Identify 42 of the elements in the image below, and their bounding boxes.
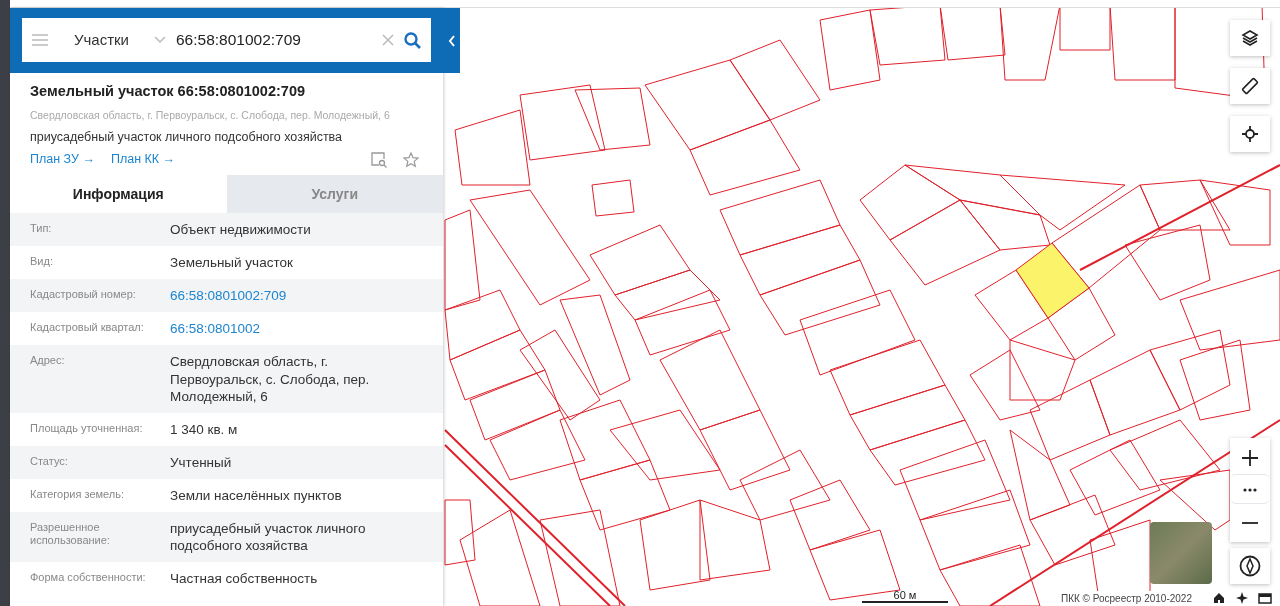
field-link[interactable]: 66:58:0801002 — [170, 320, 443, 338]
field-value: Объект недвижимости — [170, 221, 312, 239]
plan-link[interactable]: План КК → — [110, 150, 176, 169]
map-attribution: ПКК © Росреестр 2010-2022 — [1058, 591, 1195, 606]
favorite-star-icon[interactable] — [403, 151, 419, 168]
field-label: Категория земель: — [30, 486, 126, 502]
object-purpose: приусадебный участок личного подсобного хозяйства — [30, 128, 344, 146]
layers-icon[interactable] — [1230, 20, 1270, 56]
field-label: Кадастровый номер: — [30, 287, 137, 302]
field-value: Земельный участок — [170, 254, 294, 272]
locate-icon[interactable] — [1230, 116, 1270, 152]
field-label: Статус: — [30, 453, 69, 469]
field-label: Форма собственности: — [30, 569, 147, 585]
compass-icon[interactable] — [1230, 548, 1270, 584]
field-value: приусадебный участок личного подсобного хозяйства — [170, 519, 367, 555]
object-title: Земельный участок 66:58:0801002:709 — [30, 82, 306, 101]
field-link[interactable]: 66:58:0801002:709 — [170, 287, 443, 305]
field-value: Земли населённых пунктов — [170, 486, 343, 505]
field-value: Частная собственность — [170, 569, 319, 588]
home-icon[interactable] — [1213, 592, 1225, 604]
field-label: Кадастровый квартал: — [30, 320, 145, 335]
category-dropdown[interactable]: Участки — [74, 28, 144, 52]
document-search-icon[interactable] — [371, 151, 387, 168]
field-label: Адрес: — [30, 353, 66, 368]
chevron-left-icon[interactable] — [447, 34, 456, 47]
selected-parcel[interactable] — [1015, 242, 1090, 319]
star-shaped-icon[interactable] — [1236, 592, 1248, 604]
window-icon[interactable] — [1258, 593, 1272, 604]
field-label: Разрешенное использование: — [30, 519, 111, 549]
field-value: Свердловская область, г. Первоуральск, с. Слобода, пер. Молодежный, 6 — [170, 353, 371, 406]
field-value: 1 340 кв. м — [170, 420, 239, 439]
field-label: Площадь уточненная: — [30, 420, 144, 436]
field-label: Вид: — [30, 254, 54, 269]
info-tab[interactable]: Услуги — [226, 175, 443, 213]
field-value: Учтенный — [170, 453, 233, 472]
search-field[interactable]: Участки 66:58:801002:709 — [22, 18, 431, 62]
plan-link[interactable]: План ЗУ → — [30, 150, 95, 169]
object-address: Свердловская область, г. Первоуральск, с. Слобода, пер. Молодежный, 6 — [30, 107, 391, 123]
search-icon[interactable] — [404, 31, 421, 49]
scale-bar: 60 м — [862, 589, 948, 603]
field-label: Тип: — [30, 221, 53, 236]
ruler-icon[interactable] — [1230, 68, 1270, 104]
